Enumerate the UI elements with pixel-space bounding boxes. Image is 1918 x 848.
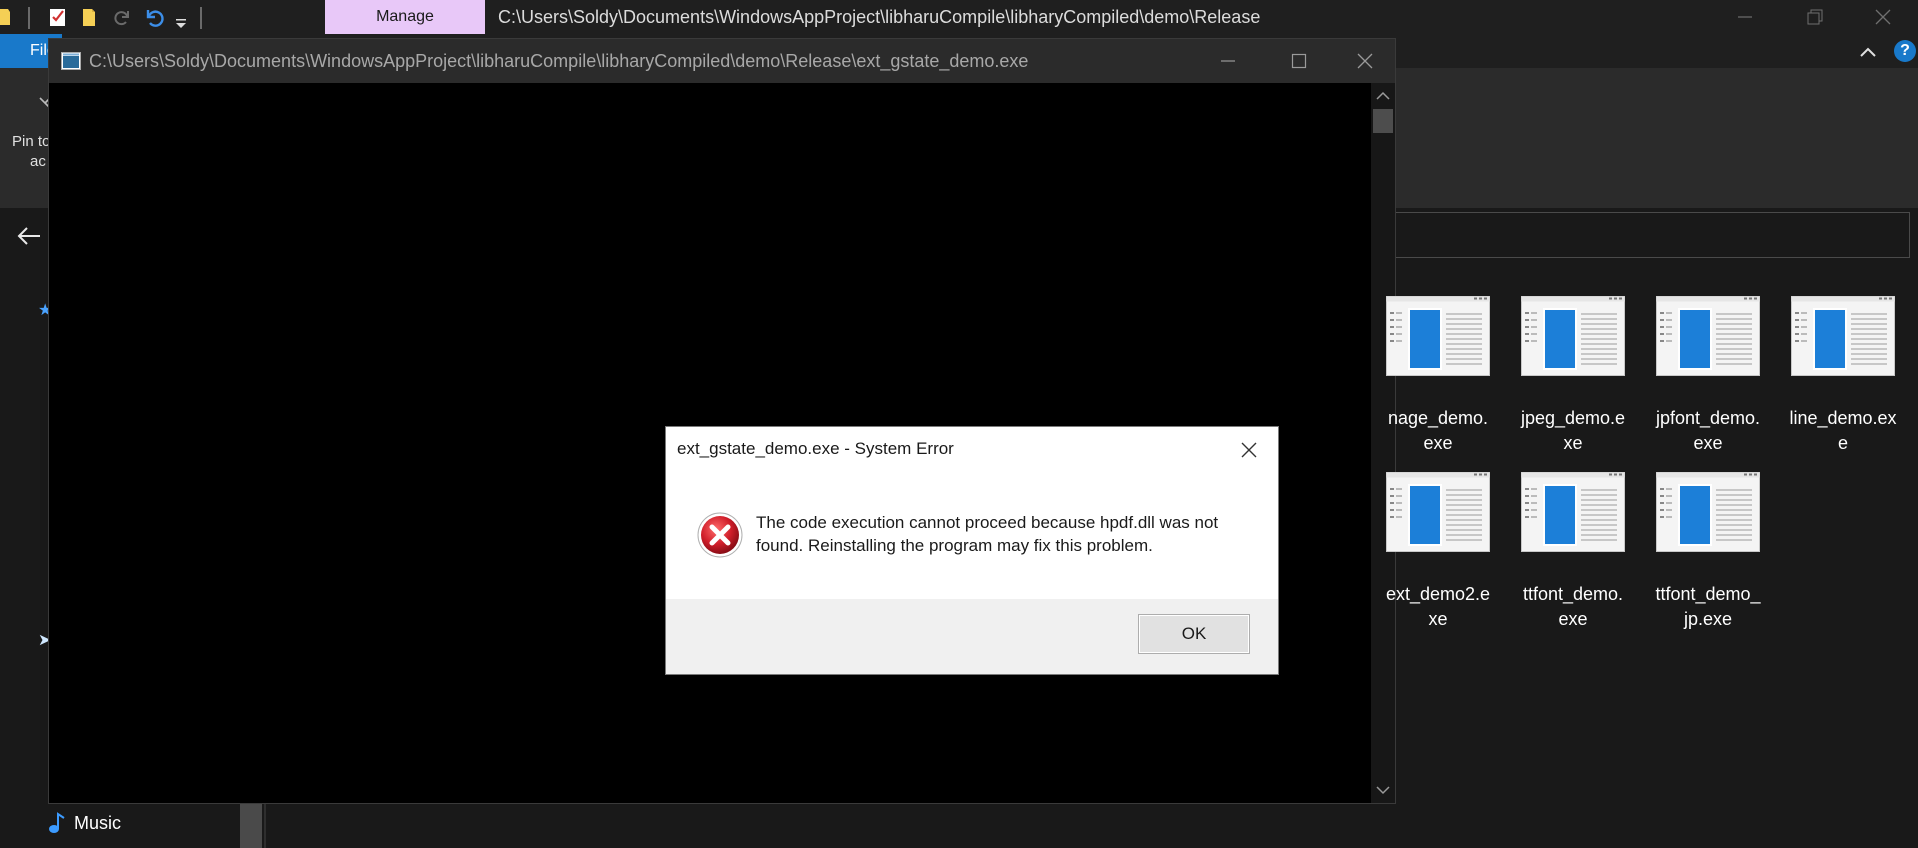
close-icon[interactable] <box>1236 437 1262 463</box>
file-name-line2: e <box>1837 433 1848 453</box>
error-icon <box>697 512 743 558</box>
close-button[interactable] <box>1848 0 1918 34</box>
properties-icon[interactable] <box>48 7 68 27</box>
pin-label-line1: Pin to <box>12 133 48 150</box>
nav-scrollbar[interactable] <box>240 802 262 848</box>
back-arrow-icon[interactable] <box>16 224 42 248</box>
console-scroll-thumb[interactable] <box>1373 109 1393 133</box>
file-name-line2: xe <box>1428 609 1448 629</box>
exe-file-icon <box>1656 296 1760 376</box>
new-folder-icon[interactable] <box>80 7 100 27</box>
file-name-label: line_demo.exe <box>1776 406 1910 456</box>
undo-icon[interactable] <box>143 7 165 27</box>
console-titlebar[interactable]: C:\Users\Soldy\Documents\WindowsAppProje… <box>49 39 1395 83</box>
file-name-label: ttfont_demo_ jp.exe <box>1641 582 1775 632</box>
file-name-label: jpeg_demo.exe <box>1506 406 1640 456</box>
sidebar-item-music[interactable]: Music <box>48 812 121 834</box>
error-message-line1: The code execution cannot proceed becaus… <box>756 513 1219 532</box>
exe-file-icon <box>1521 472 1625 552</box>
minimize-icon <box>1738 16 1752 18</box>
exe-file-icon <box>1521 296 1625 376</box>
console-close-button[interactable] <box>1335 39 1395 83</box>
system-error-dialog: ext_gstate_demo.exe - System Error The c… <box>666 427 1278 674</box>
window-title-path: C:\Users\Soldy\Documents\WindowsAppProje… <box>498 7 1261 27</box>
file-name-label: nage_demo.exe <box>1371 406 1505 456</box>
redo-icon[interactable] <box>112 7 132 27</box>
pin-label-line2: ac <box>30 153 46 170</box>
exe-file-icon <box>1656 472 1760 552</box>
file-name-line1: ttfont_demo. <box>1522 584 1624 604</box>
minimize-button[interactable] <box>1710 0 1780 34</box>
minimize-icon <box>1221 60 1235 62</box>
error-message-line2: found. Reinstalling the program may fix … <box>756 536 1153 555</box>
console-window: C:\Users\Soldy\Documents\WindowsAppProje… <box>48 38 1396 804</box>
scroll-up-arrow-icon[interactable] <box>1373 87 1393 105</box>
pane-divider[interactable] <box>264 802 266 848</box>
file-name-line1: ext_demo2.e <box>1385 584 1491 604</box>
error-message: The code execution cannot proceed becaus… <box>756 511 1256 557</box>
customize-toolbar-icon[interactable] <box>174 14 188 34</box>
maximize-icon <box>1291 53 1307 69</box>
file-name-line1: nage_demo. <box>1387 408 1489 428</box>
file-name-line2: exe <box>1423 433 1453 453</box>
toolbar-separator <box>200 7 202 29</box>
file-name-line2: exe <box>1558 609 1588 629</box>
file-name-label: ttfont_demo.exe <box>1506 582 1640 632</box>
exe-file-icon <box>1386 472 1490 552</box>
console-app-icon <box>61 52 81 70</box>
help-button[interactable]: ? <box>1894 40 1916 62</box>
music-note-icon <box>49 812 65 833</box>
file-name-line1: ttfont_demo_ <box>1655 584 1761 604</box>
file-name-label: ext_demo2.exe <box>1371 582 1505 632</box>
file-name-line2: exe <box>1693 433 1723 453</box>
file-name-line1: jpfont_demo. <box>1655 408 1761 428</box>
file-name-line2: xe <box>1563 433 1583 453</box>
folder-icon[interactable] <box>0 7 12 27</box>
dialog-title: ext_gstate_demo.exe - System Error <box>677 439 954 458</box>
tab-manage[interactable]: Manage <box>325 0 485 34</box>
console-window-title: C:\Users\Soldy\Documents\WindowsAppProje… <box>89 51 1029 71</box>
console-maximize-button[interactable] <box>1264 39 1334 83</box>
close-icon <box>1875 9 1891 25</box>
sidebar-item-label: Music <box>74 812 122 833</box>
file-name-label: jpfont_demo.exe <box>1641 406 1775 456</box>
exe-file-icon <box>1386 296 1490 376</box>
ok-button[interactable]: OK <box>1138 614 1250 654</box>
close-icon <box>1357 53 1373 69</box>
pin-to-quick-access-label[interactable]: Pin to ac <box>12 132 48 172</box>
search-box[interactable] <box>1378 212 1910 258</box>
toolbar-separator <box>28 7 30 29</box>
restore-button[interactable] <box>1780 0 1850 34</box>
explorer-titlebar: Manage C:\Users\Soldy\Documents\WindowsA… <box>0 0 1918 34</box>
console-minimize-button[interactable] <box>1193 39 1263 83</box>
file-name-line1: jpeg_demo.e <box>1520 408 1626 428</box>
restore-icon <box>1807 9 1823 25</box>
scroll-down-arrow-icon[interactable] <box>1373 781 1393 799</box>
file-name-line1: line_demo.ex <box>1789 408 1897 428</box>
file-name-line2: jp.exe <box>1683 609 1733 629</box>
exe-file-icon <box>1791 296 1895 376</box>
chevron-up-icon[interactable] <box>1858 42 1878 62</box>
